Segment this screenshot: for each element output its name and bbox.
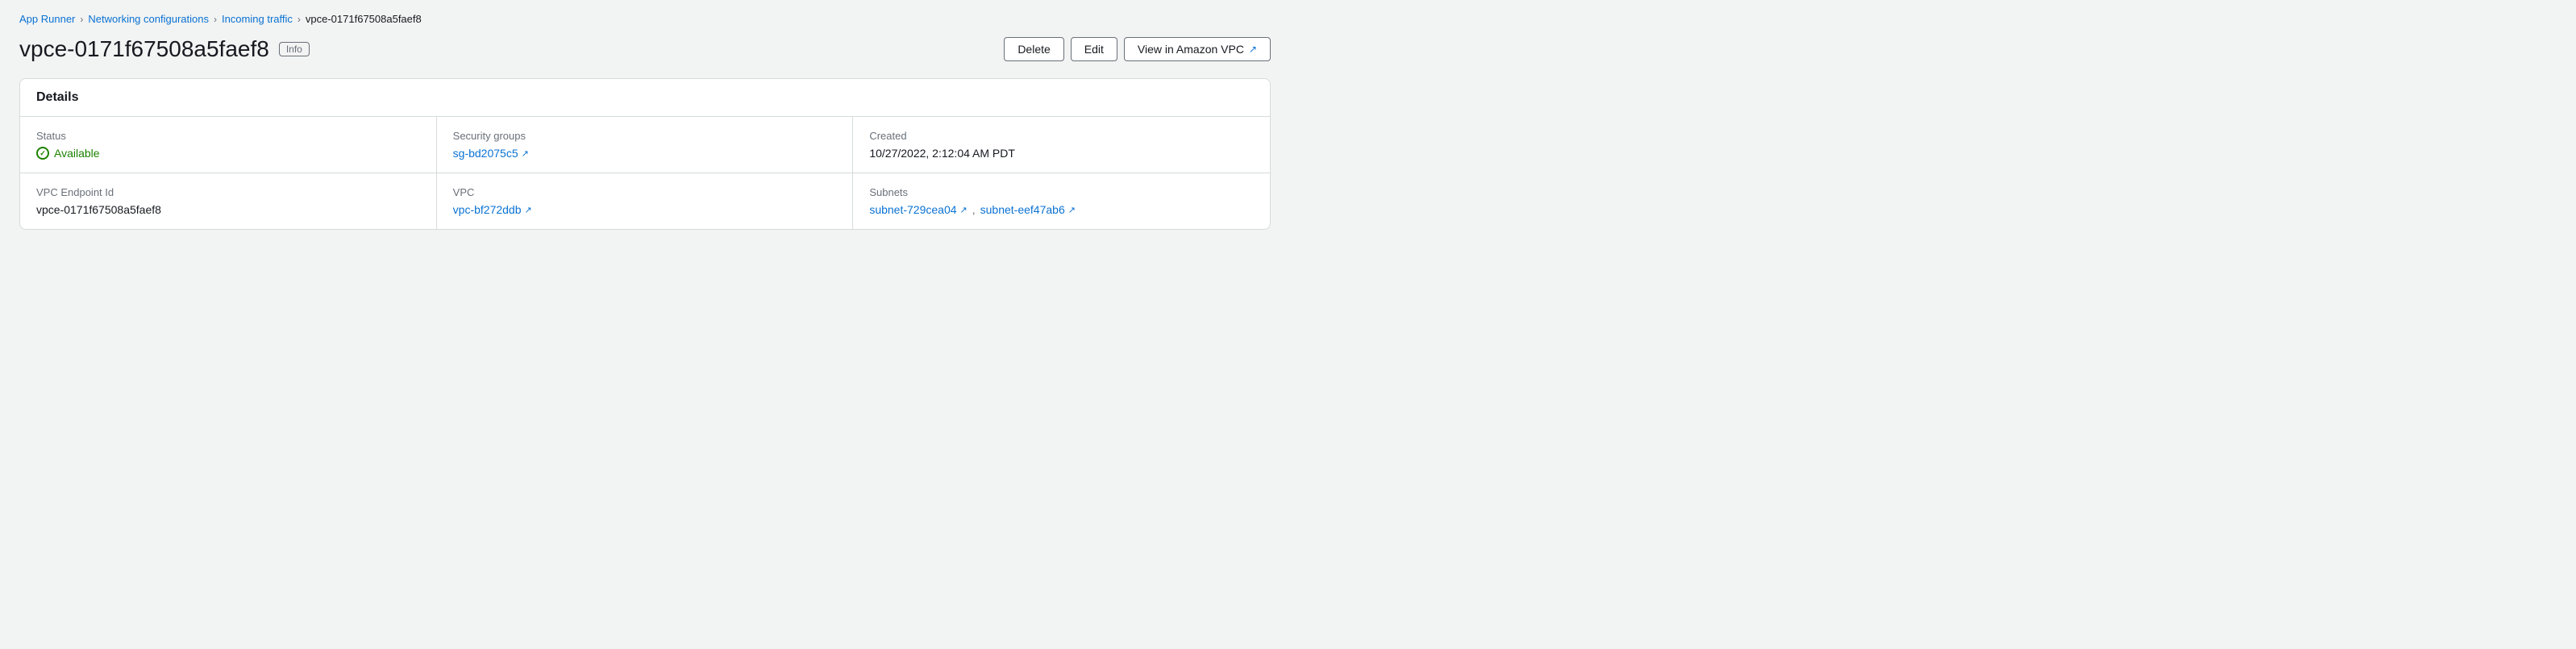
vpc-endpoint-id-value: vpce-0171f67508a5faef8: [36, 203, 420, 216]
vpc-link[interactable]: vpc-bf272ddb ↗: [453, 203, 532, 216]
details-row-1: Status Available Security groups sg-bd20…: [20, 117, 1270, 173]
status-available-icon: [36, 147, 49, 160]
vpc-link-text: vpc-bf272ddb: [453, 203, 522, 216]
vpc-label: VPC: [453, 186, 837, 198]
created-label: Created: [869, 130, 1254, 142]
details-body: Status Available Security groups sg-bd20…: [20, 117, 1270, 229]
status-value: Available: [36, 147, 420, 160]
created-value: 10/27/2022, 2:12:04 AM PDT: [869, 147, 1254, 160]
page-title-group: vpce-0171f67508a5faef8 Info: [19, 36, 310, 62]
created-cell: Created 10/27/2022, 2:12:04 AM PDT: [853, 117, 1270, 173]
subnet-1-link[interactable]: subnet-729cea04 ↗: [869, 203, 967, 216]
security-group-link[interactable]: sg-bd2075c5 ↗: [453, 147, 529, 160]
subnets-value: subnet-729cea04 ↗ , subnet-eef47ab6 ↗: [869, 203, 1254, 216]
breadcrumb-separator-3: ›: [298, 14, 301, 25]
breadcrumb-separator-2: ›: [214, 14, 217, 25]
info-badge-button[interactable]: Info: [279, 42, 310, 56]
security-group-text: sg-bd2075c5: [453, 147, 518, 160]
view-in-amazon-vpc-button[interactable]: View in Amazon VPC ↗: [1124, 37, 1271, 61]
status-cell: Status Available: [20, 117, 437, 173]
delete-button[interactable]: Delete: [1004, 37, 1063, 61]
details-card: Details Status Available Security groups: [19, 78, 1271, 230]
external-link-icon: ↗: [1249, 44, 1257, 55]
page-container: App Runner › Networking configurations ›…: [0, 0, 1290, 243]
security-groups-value: sg-bd2075c5 ↗: [453, 147, 837, 160]
breadcrumb-app-runner[interactable]: App Runner: [19, 13, 75, 25]
breadcrumb-networking-configurations[interactable]: Networking configurations: [88, 13, 209, 25]
details-heading: Details: [36, 90, 1254, 105]
vpc-external-icon: ↗: [525, 205, 532, 215]
vpc-endpoint-id-label: VPC Endpoint Id: [36, 186, 420, 198]
breadcrumb-separator-1: ›: [80, 14, 83, 25]
status-label: Status: [36, 130, 420, 142]
view-in-amazon-vpc-label: View in Amazon VPC: [1138, 43, 1244, 56]
details-card-header: Details: [20, 79, 1270, 117]
page-title: vpce-0171f67508a5faef8: [19, 36, 269, 62]
status-text: Available: [54, 147, 100, 160]
page-header: vpce-0171f67508a5faef8 Info Delete Edit …: [19, 36, 1271, 62]
security-groups-label: Security groups: [453, 130, 837, 142]
subnet-1-external-icon: ↗: [960, 205, 968, 215]
vpc-endpoint-id-cell: VPC Endpoint Id vpce-0171f67508a5faef8: [20, 173, 437, 229]
subnet-2-link[interactable]: subnet-eef47ab6 ↗: [980, 203, 1076, 216]
security-group-external-icon: ↗: [522, 148, 529, 159]
vpc-value: vpc-bf272ddb ↗: [453, 203, 837, 216]
details-row-2: VPC Endpoint Id vpce-0171f67508a5faef8 V…: [20, 173, 1270, 229]
subnet-2-external-icon: ↗: [1068, 205, 1076, 215]
header-actions: Delete Edit View in Amazon VPC ↗: [1004, 37, 1271, 61]
edit-button[interactable]: Edit: [1071, 37, 1117, 61]
subnets-cell: Subnets subnet-729cea04 ↗ , subnet-eef47…: [853, 173, 1270, 229]
breadcrumb-current: vpce-0171f67508a5faef8: [306, 13, 422, 25]
subnets-label: Subnets: [869, 186, 1254, 198]
security-groups-cell: Security groups sg-bd2075c5 ↗: [437, 117, 854, 173]
subnet-1-text: subnet-729cea04: [869, 203, 956, 216]
subnet-separator: ,: [972, 203, 976, 216]
breadcrumb-incoming-traffic[interactable]: Incoming traffic: [222, 13, 293, 25]
subnet-2-text: subnet-eef47ab6: [980, 203, 1065, 216]
vpc-cell: VPC vpc-bf272ddb ↗: [437, 173, 854, 229]
breadcrumb: App Runner › Networking configurations ›…: [19, 13, 1271, 25]
